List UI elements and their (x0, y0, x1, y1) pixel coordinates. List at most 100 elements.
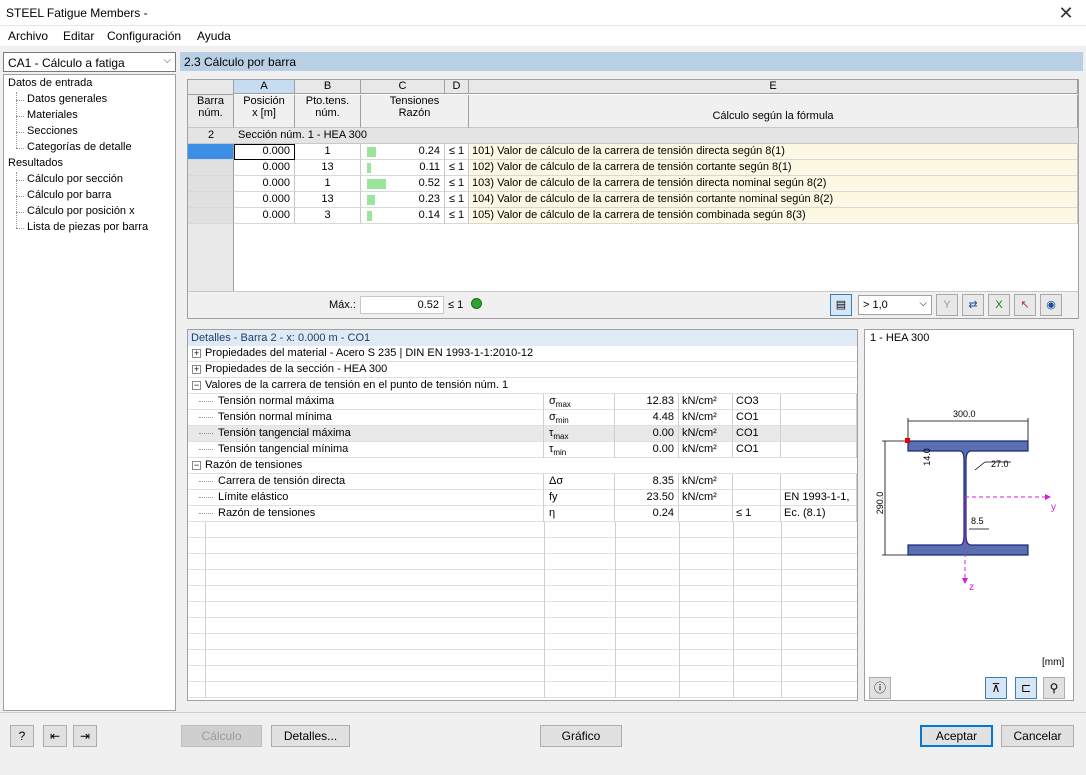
tree-item-calc-by-member[interactable]: Cálculo por barra (27, 189, 111, 201)
col-letter-a[interactable]: A (234, 80, 295, 94)
view-icon[interactable]: ◉ (1040, 294, 1062, 316)
symbol-main: σ (549, 395, 556, 407)
info-icon[interactable]: ⓘ (869, 677, 891, 699)
detail-row[interactable]: Tensión normal máxima σmax 12.83 kN/cm² CO3 (188, 394, 857, 410)
load-case-select[interactable]: CA1 - Cálculo a fatiga ⌵ (3, 52, 176, 72)
detail-reference: EN 1993-1-1, (781, 490, 857, 506)
select-member-icon[interactable]: ↖ (1014, 294, 1036, 316)
zoom-reset-icon[interactable]: ⚲ (1043, 677, 1065, 699)
table-row[interactable]: 0.000 1 0.52 ≤ 1 103) Valor de cálculo d… (188, 176, 1078, 192)
cell-stress-point[interactable]: 13 (295, 192, 361, 208)
detail-row[interactable]: Razón de tensiones η 0.24 ≤ 1 Ec. (8.1) (188, 506, 857, 522)
menu-configuracion[interactable]: Configuración (107, 29, 181, 43)
section-properties-row[interactable]: + Propiedades de la sección - HEA 300 (188, 362, 857, 378)
dim-radius: 27.0 (991, 459, 1009, 469)
row-header[interactable] (188, 144, 234, 160)
previous-page-icon[interactable]: ⇤ (43, 725, 67, 747)
cell-ratio[interactable]: 0.11 (361, 160, 445, 176)
cell-ratio[interactable]: 0.14 (361, 208, 445, 224)
detail-name: Tensión tangencial mínima (205, 442, 544, 458)
menu-ayuda[interactable]: Ayuda (197, 29, 231, 43)
cell-formula[interactable]: 103) Valor de cálculo de la carrera de t… (469, 176, 1078, 192)
stress-range-values-row[interactable]: − Valores de la carrera de tensión en el… (188, 378, 857, 394)
cell-ratio[interactable]: 0.23 (361, 192, 445, 208)
detail-row[interactable]: Límite elástico fy 23.50 kN/cm² EN 1993-1-1, (188, 490, 857, 506)
graphic-button[interactable]: Gráfico (540, 725, 622, 747)
table-row[interactable]: 0.000 3 0.14 ≤ 1 105) Valor de cálculo d… (188, 208, 1078, 224)
next-page-icon[interactable]: ⇥ (73, 725, 97, 747)
collapse-minus-icon[interactable]: − (192, 461, 201, 470)
cell-ratio[interactable]: 0.52 (361, 176, 445, 192)
cell-stress-point[interactable]: 13 (295, 160, 361, 176)
dim-width: 300.0 (953, 409, 976, 419)
table-view-icon[interactable]: ▤ (830, 294, 852, 316)
cell-stress-point[interactable]: 1 (295, 176, 361, 192)
tree-item-calc-by-x[interactable]: Cálculo por posición x (27, 205, 135, 217)
tree-item-materials[interactable]: Materiales (27, 109, 78, 121)
row-header[interactable] (188, 160, 234, 176)
cell-position[interactable]: 0.000 (234, 208, 295, 224)
cell-formula[interactable]: 104) Valor de cálculo de la carrera de t… (469, 192, 1078, 208)
material-properties-row[interactable]: + Propiedades del material - Acero S 235… (188, 346, 857, 362)
excel-export-icon[interactable]: X (988, 294, 1010, 316)
cell-ratio[interactable]: 0.24 (361, 144, 445, 160)
col-letter-d[interactable]: D (445, 80, 469, 94)
filter-select[interactable]: > 1,0 ⌵ (858, 295, 932, 315)
stress-ratio-group-row[interactable]: − Razón de tensiones (188, 458, 857, 474)
show-axes-icon[interactable]: ⊏ (1015, 677, 1037, 699)
detail-unit: kN/cm² (679, 442, 733, 458)
chevron-down-icon: ⌵ (163, 55, 171, 66)
show-dimensions-icon[interactable]: ⊼ (985, 677, 1007, 699)
tree-item-sections[interactable]: Secciones (27, 125, 78, 137)
cell-position[interactable]: 0.000 (234, 176, 295, 192)
row-header[interactable] (188, 192, 234, 208)
expand-plus-icon[interactable]: + (192, 365, 201, 374)
collapse-minus-icon[interactable]: − (192, 381, 201, 390)
col-letter-e[interactable]: E (469, 80, 1078, 94)
empty-row (188, 618, 857, 634)
col-letter-c[interactable]: C (361, 80, 445, 94)
cell-formula[interactable]: 105) Valor de cálculo de la carrera de t… (469, 208, 1078, 224)
row-header[interactable] (188, 176, 234, 192)
detail-row[interactable]: Tensión tangencial máxima τmax 0.00 kN/cm² C… (188, 426, 857, 442)
expand-plus-icon[interactable]: + (192, 349, 201, 358)
cell-formula[interactable]: 101) Valor de cálculo de la carrera de t… (469, 144, 1078, 160)
detail-row[interactable]: Tensión tangencial mínima τmin 0.00 kN/cm² C… (188, 442, 857, 458)
help-icon[interactable]: ? (10, 725, 34, 747)
details-button[interactable]: Detalles... (271, 725, 350, 747)
navigation-tree: Datos de entrada Datos generales Materia… (3, 74, 176, 711)
cell-position[interactable]: 0.000 (234, 192, 295, 208)
empty-row (188, 634, 857, 650)
tree-group-input[interactable]: Datos de entrada (8, 77, 92, 89)
calculate-button[interactable]: Cálculo (181, 725, 262, 747)
header-position: Posición x [m] (234, 95, 295, 128)
cell-position[interactable]: 0.000 (234, 160, 295, 176)
col-letter-b[interactable]: B (295, 80, 361, 94)
tree-item-parts-list[interactable]: Lista de piezas por barra (27, 221, 148, 233)
table-row[interactable]: 0.000 13 0.23 ≤ 1 104) Valor de cálculo … (188, 192, 1078, 208)
menu-archivo[interactable]: Archivo (8, 29, 48, 43)
symbol-main: τ (549, 443, 554, 455)
menu-editar[interactable]: Editar (63, 29, 94, 43)
detail-combo: CO1 (733, 442, 781, 458)
accept-button[interactable]: Aceptar (920, 725, 993, 747)
detail-row[interactable]: Tensión normal mínima σmin 4.48 kN/cm² CO1 (188, 410, 857, 426)
tree-item-detail-categories[interactable]: Categorías de detalle (27, 141, 132, 153)
cell-formula[interactable]: 102) Valor de cálculo de la carrera de t… (469, 160, 1078, 176)
close-icon[interactable]: ✕ (1046, 0, 1086, 26)
row-header[interactable] (188, 208, 234, 224)
tree-item-calc-by-section[interactable]: Cálculo por sección (27, 173, 123, 185)
color-scale-icon[interactable]: ⇄ (962, 294, 984, 316)
table-row[interactable]: 0.000 13 0.11 ≤ 1 102) Valor de cálculo … (188, 160, 1078, 176)
cancel-button[interactable]: Cancelar (1001, 725, 1074, 747)
ratio-bar (367, 195, 375, 205)
cell-stress-point[interactable]: 1 (295, 144, 361, 160)
tree-group-results[interactable]: Resultados (8, 157, 63, 169)
cell-stress-point[interactable]: 3 (295, 208, 361, 224)
menu-bar: Archivo Editar Configuración Ayuda (0, 26, 1086, 46)
tree-item-general-data[interactable]: Datos generales (27, 93, 107, 105)
detail-row[interactable]: Carrera de tensión directa Δσ 8.35 kN/cm² (188, 474, 857, 490)
filter-icon[interactable]: Y (936, 294, 958, 316)
table-row[interactable]: 0.000 1 0.24 ≤ 1 101) Valor de cálculo d… (188, 144, 1078, 160)
cell-position[interactable]: 0.000 (234, 144, 295, 160)
